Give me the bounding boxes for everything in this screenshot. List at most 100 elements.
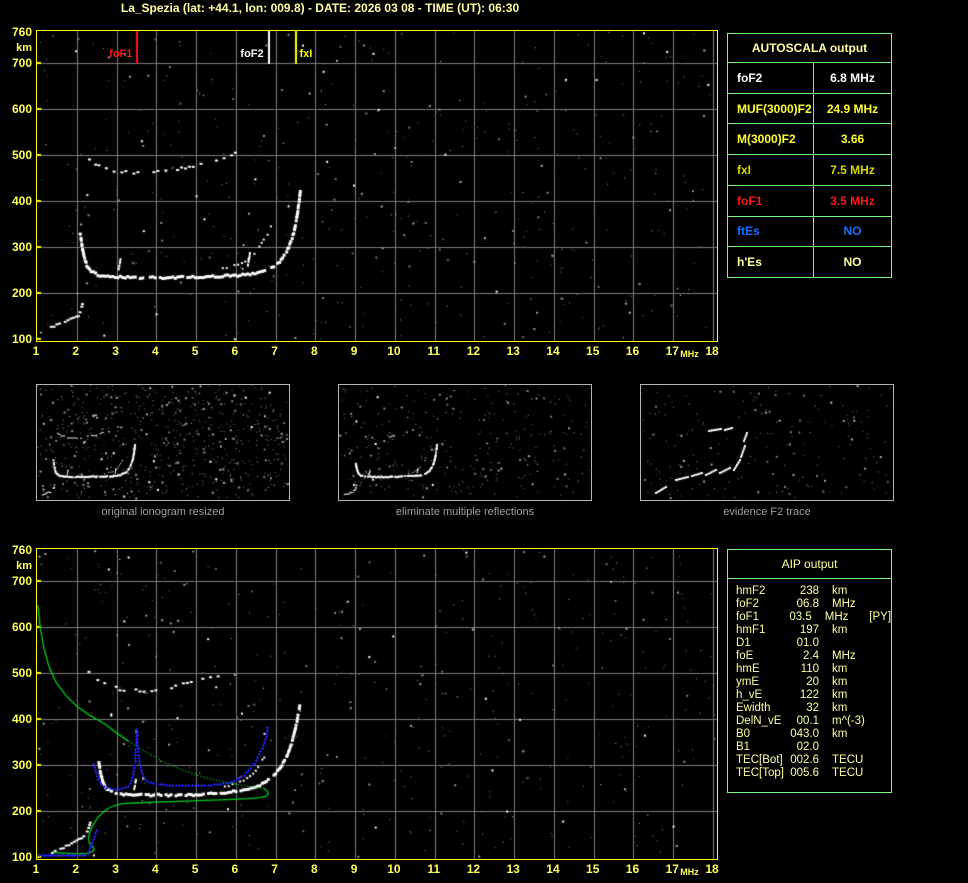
thumbnail-caption-original: original ionogram resized (36, 506, 290, 518)
aip-param-label: ymE (736, 676, 788, 689)
aip-param-unit: km (832, 676, 872, 689)
aip-param-value: 00.1 (788, 715, 819, 728)
aip-param-unit: km (832, 728, 872, 741)
aip-param-unit: TECU (832, 754, 872, 767)
autoscala-param-label: ftEs (728, 217, 814, 247)
top-plot-y-tick-label: 200 (2, 286, 32, 300)
autoscala-param-label: foF1 (728, 186, 814, 216)
bottom-plot-y-tick-label: 500 (2, 666, 32, 680)
aip-param-unit: km (832, 624, 872, 637)
bottom-plot-x-tick-label: 5 (183, 862, 207, 876)
autoscala-row-hes: h'EsNO (728, 246, 891, 277)
autoscala-param-label: MUF(3000)F2 (728, 94, 814, 124)
aip-row-yme: ymE20km (736, 676, 891, 689)
aip-param-value: 122 (788, 689, 819, 702)
autoscala-table-header: AUTOSCALA output (728, 34, 891, 62)
top-plot-x-tick-label: 1 (24, 344, 48, 358)
bottom-plot-x-tick-label: 14 (541, 862, 565, 876)
autoscala-row-m3000f2: M(3000)F23.66 (728, 123, 891, 154)
aip-row-hmf1: hmF1197km (736, 624, 891, 637)
bottom-plot-x-tick-label: 18 (700, 862, 724, 876)
top-plot-x-tick-label: 10 (382, 344, 406, 358)
bottom-plot-x-tick-label: 16 (620, 862, 644, 876)
bottom-plot-x-tick-label: 13 (501, 862, 525, 876)
aip-param-label: DelN_vE (736, 715, 788, 728)
autoscala-row-fof2: foF26.8 MHz (728, 62, 891, 93)
aip-param-unit (832, 637, 872, 650)
aip-param-label: B1 (736, 741, 788, 754)
thumbnail-caption-eliminate: eliminate multiple reflections (338, 506, 592, 518)
autoscala-screen: La_Spezia (lat: +44.1, lon: 009.8) - DAT… (0, 0, 968, 883)
bottom-plot-x-tick-label: 2 (64, 862, 88, 876)
autoscala-param-label: fxI (728, 155, 814, 185)
aip-param-value: 02.0 (788, 741, 819, 754)
bottom-plot-x-tick-label: 3 (104, 862, 128, 876)
autoscala-param-label: foF2 (728, 63, 814, 93)
aip-param-label: B0 (736, 728, 788, 741)
top-plot-x-tick-label: 9 (342, 344, 366, 358)
aip-param-label: foF1 (736, 611, 783, 624)
bottom-plot-x-tick-label: 10 (382, 862, 406, 876)
aip-param-value: 32 (788, 702, 819, 715)
marker-label-fxI: fxI (299, 48, 339, 60)
aip-param-unit (832, 741, 872, 754)
bottom-plot-y-axis-unit: km (2, 560, 32, 572)
aip-row-tecbot: TEC[Bot]002.6 TECU (736, 754, 891, 767)
bottom-plot-x-tick-label: 1 (24, 862, 48, 876)
aip-row-fof1: foF103.5MHz[PY] (736, 611, 891, 624)
aip-param-label: TEC[Bot] (736, 754, 788, 767)
top-plot-x-tick-label: 15 (581, 344, 605, 358)
top-plot-x-tick-label: 5 (183, 344, 207, 358)
top-plot-x-tick-label: 4 (143, 344, 167, 358)
aip-param-value: 110 (788, 663, 819, 676)
thumbnail-eliminate-reflections (338, 384, 592, 501)
top-plot-x-tick-label: 8 (302, 344, 326, 358)
autoscala-param-value: 6.8 MHz (814, 63, 891, 93)
aip-param-value: 197 (788, 624, 819, 637)
aip-param-label: foE (736, 650, 788, 663)
bottom-plot-y-tick-label: 400 (2, 712, 32, 726)
top-plot-y-tick-label: 760 (2, 25, 32, 39)
bottom-plot-x-axis-unit: MHz (680, 867, 699, 877)
bottom-plot-y-tick-label: 600 (2, 620, 32, 634)
autoscala-param-label: M(3000)F2 (728, 124, 814, 154)
top-plot-y-tick-label: 500 (2, 148, 32, 162)
top-plot-y-tick-label: 700 (2, 56, 32, 70)
bottom-plot-x-tick-label: 6 (223, 862, 247, 876)
autoscala-param-value: 7.5 MHz (814, 155, 891, 185)
aip-row-delnve: DelN_vE00.1 m^(-3) (736, 715, 891, 728)
autoscala-row-muf3000f2: MUF(3000)F224.9 MHz (728, 93, 891, 124)
aip-param-unit: km (832, 663, 872, 676)
aip-param-value: 03.5 (783, 611, 811, 624)
aip-param-value: 002.6 (788, 754, 819, 767)
top-plot-y-tick-label: 300 (2, 240, 32, 254)
aip-row-hmf2: hmF2238km (736, 585, 891, 598)
top-plot-x-tick-label: 6 (223, 344, 247, 358)
aip-param-unit: m^(-3) (832, 715, 872, 728)
aip-param-value: 01.0 (788, 637, 819, 650)
top-plot-x-tick-label: 7 (263, 344, 287, 358)
bottom-plot-x-tick-label: 9 (342, 862, 366, 876)
top-ionogram-canvas (36, 30, 718, 342)
thumbnail-caption-evidence: evidence F2 trace (640, 506, 894, 518)
top-plot-x-tick-label: 16 (620, 344, 644, 358)
autoscala-param-value: NO (814, 217, 891, 247)
top-plot-x-axis-unit: MHz (680, 349, 699, 359)
autoscala-row-fxi: fxI7.5 MHz (728, 154, 891, 185)
top-plot-y-tick-label: 600 (2, 102, 32, 116)
aip-param-unit: TECU (832, 767, 872, 780)
aip-param-value: 005.6 (788, 767, 819, 780)
aip-param-label: D1 (736, 637, 788, 650)
aip-param-value: 043.0 (788, 728, 819, 741)
bottom-plot-x-tick-label: 11 (422, 862, 446, 876)
aip-row-d1: D101.0 (736, 637, 891, 650)
top-plot-x-tick-label: 3 (104, 344, 128, 358)
autoscala-param-value: NO (814, 247, 891, 277)
aip-row-fof2: foF206.8MHz (736, 598, 891, 611)
aip-param-note: [PY] (869, 611, 891, 624)
top-plot-x-tick-label: 12 (461, 344, 485, 358)
aip-row-tectop: TEC[Top]005.6TECU (736, 767, 891, 780)
aip-param-unit: MHz (832, 598, 872, 611)
aip-param-label: h_vE (736, 689, 788, 702)
aip-param-value: 238 (788, 585, 819, 598)
